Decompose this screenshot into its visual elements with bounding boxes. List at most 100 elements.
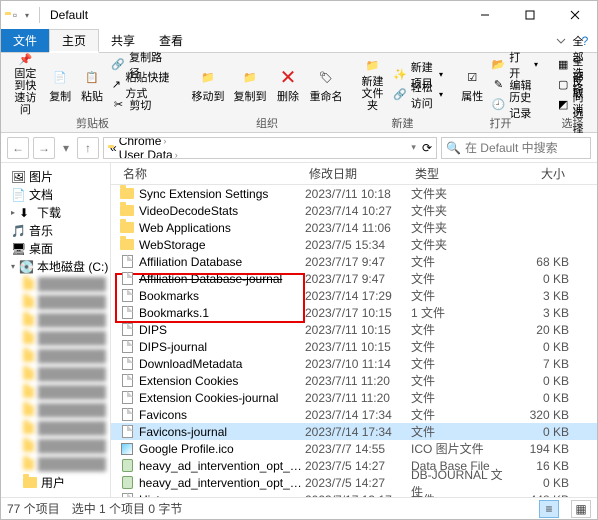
file-row[interactable]: DIPS-journal2023/7/11 10:15文件0 KB xyxy=(111,338,597,355)
paste-button[interactable]: 📋粘贴 xyxy=(79,57,106,113)
recent-dropdown[interactable]: ▾ xyxy=(59,141,73,155)
ribbon-collapse-button[interactable] xyxy=(549,29,573,52)
file-row[interactable]: heavy_ad_intervention_opt_out.db-jou...2… xyxy=(111,474,597,491)
dropdown-icon[interactable]: ▾ xyxy=(411,142,416,153)
file-row[interactable]: Extension Cookies-journal2023/7/11 11:20… xyxy=(111,389,597,406)
file-name: WebStorage xyxy=(135,238,305,252)
pin-quick-access-button[interactable]: 📌固定到快 速访问 xyxy=(9,57,42,113)
tree-item[interactable]: ████████ xyxy=(1,365,110,383)
pin-icon: 📌 xyxy=(13,53,37,66)
file-row[interactable]: History2023/7/17 13:17文件448 KB xyxy=(111,491,597,497)
tree-item[interactable]: ████████ xyxy=(1,437,110,455)
properties-icon: ☑ xyxy=(460,65,484,89)
file-row[interactable]: Favicons-journal2023/7/14 17:34文件0 KB xyxy=(111,423,597,440)
file-row[interactable]: DIPS2023/7/11 10:15文件20 KB xyxy=(111,321,597,338)
properties-button[interactable]: ☑属性 xyxy=(459,57,485,113)
history-button[interactable]: 🕘历史记录 xyxy=(488,96,543,114)
refresh-button[interactable]: ⟳ xyxy=(422,141,432,155)
file-row[interactable]: Web Applications2023/7/14 11:06文件夹 xyxy=(111,219,597,236)
tree-item[interactable]: 🖥桌面 xyxy=(1,239,110,257)
tree-item[interactable]: 📄文档 xyxy=(1,185,110,203)
tree-item[interactable]: ████████ xyxy=(1,329,110,347)
file-row[interactable]: DownloadMetadata2023/7/10 11:14文件7 KB xyxy=(111,355,597,372)
ribbon: 📌固定到快 速访问 📄复制 📋粘贴 🔗复制路径 ↗粘贴快捷方式 ✂剪切 剪贴板 … xyxy=(1,53,597,133)
thumbnails-view-button[interactable]: ▦ xyxy=(571,500,591,518)
tree-icon: 🎵 xyxy=(11,224,25,236)
minimize-button[interactable] xyxy=(462,1,507,29)
qat-button[interactable]: ▫ xyxy=(7,8,23,22)
file-type: 文件 xyxy=(411,389,507,406)
col-type[interactable]: 类型 xyxy=(411,165,507,182)
breadcrumb-item[interactable]: Chrome› xyxy=(119,137,178,148)
open-button[interactable]: 📂打开▾ xyxy=(488,56,543,74)
file-type: 1 文件 xyxy=(411,304,507,321)
file-list[interactable]: Sync Extension Settings2023/7/11 10:18文件… xyxy=(111,185,597,497)
tree-item[interactable]: 🎵音乐 xyxy=(1,221,110,239)
open-icon: 📂 xyxy=(492,58,506,72)
file-row[interactable]: Affiliation Database2023/7/17 9:47文件68 K… xyxy=(111,253,597,270)
forward-button[interactable]: → xyxy=(33,137,55,159)
new-folder-button[interactable]: 📁新建 文件夹 xyxy=(358,57,387,113)
file-type: 文件 xyxy=(411,355,507,372)
tree-item[interactable]: ████████ xyxy=(1,293,110,311)
file-row[interactable]: VideoDecodeStats2023/7/14 10:27文件夹 xyxy=(111,202,597,219)
invert-selection-button[interactable]: ◩反向选择 xyxy=(554,96,591,114)
column-headers[interactable]: 名称 修改日期 类型 大小 xyxy=(111,163,597,185)
tree-item[interactable]: 用户 xyxy=(1,473,110,491)
details-view-button[interactable]: ≡ xyxy=(539,500,559,518)
close-button[interactable] xyxy=(552,1,597,29)
delete-button[interactable]: ✕删除 xyxy=(272,57,304,113)
file-row[interactable]: Sync Extension Settings2023/7/11 10:18文件… xyxy=(111,185,597,202)
tree-item[interactable]: ████████ xyxy=(1,401,110,419)
col-date[interactable]: 修改日期 xyxy=(305,165,411,182)
file-row[interactable]: Affiliation Database-journal2023/7/17 9:… xyxy=(111,270,597,287)
file-row[interactable]: Google Profile.ico2023/7/7 14:55ICO 图片文件… xyxy=(111,440,597,457)
back-button[interactable]: ← xyxy=(7,137,29,159)
qat-dropdown[interactable]: ▾ xyxy=(25,11,35,20)
file-date: 2023/7/11 11:20 xyxy=(305,374,411,388)
path-icon: 🔗 xyxy=(111,58,125,72)
file-date: 2023/7/14 17:34 xyxy=(305,408,411,422)
tree-item[interactable]: ████████ xyxy=(1,311,110,329)
move-to-button[interactable]: 📁移动到 xyxy=(188,57,228,113)
file-date: 2023/7/5 15:34 xyxy=(305,238,411,252)
tree-item[interactable]: 🖼图片 xyxy=(1,167,110,185)
file-row[interactable]: Extension Cookies2023/7/11 11:20文件0 KB xyxy=(111,372,597,389)
file-row[interactable]: Favicons2023/7/14 17:34文件320 KB xyxy=(111,406,597,423)
file-row[interactable]: heavy_ad_intervention_opt_out.db2023/7/5… xyxy=(111,457,597,474)
file-date: 2023/7/11 10:18 xyxy=(305,187,411,201)
tree-item[interactable]: 💽本地磁盘 (C:) xyxy=(1,257,110,275)
easy-access-button[interactable]: 🔗轻松访问▾ xyxy=(389,86,447,104)
tree-item[interactable]: ████████ xyxy=(1,383,110,401)
file-name: Extension Cookies xyxy=(135,374,305,388)
navigation-tree[interactable]: 🖼图片📄文档⬇下载🎵音乐🖥桌面💽本地磁盘 (C:)███████████████… xyxy=(1,163,111,497)
col-name[interactable]: 名称 xyxy=(119,165,305,182)
easy-access-icon: 🔗 xyxy=(393,88,407,102)
paste-shortcut-button[interactable]: ↗粘贴快捷方式 xyxy=(107,76,176,94)
search-input[interactable]: 🔍 在 Default 中搜索 xyxy=(441,137,591,159)
copy-to-button[interactable]: 📁复制到 xyxy=(230,57,270,113)
up-button[interactable]: ↑ xyxy=(77,137,99,159)
rename-button[interactable]: 🏷重命名 xyxy=(306,57,346,113)
breadcrumb[interactable]: « Google›Chrome›User Data›Default› ▾ ⟳ xyxy=(103,137,437,159)
tree-item[interactable]: ████████ xyxy=(1,275,110,293)
tree-item[interactable]: ████████ xyxy=(1,347,110,365)
file-row[interactable]: Bookmarks.12023/7/17 10:151 文件3 KB xyxy=(111,304,597,321)
file-row[interactable]: Bookmarks2023/7/14 17:29文件3 KB xyxy=(111,287,597,304)
tree-item[interactable]: ⬇下载 xyxy=(1,203,110,221)
file-row[interactable]: WebStorage2023/7/5 15:34文件夹 xyxy=(111,236,597,253)
file-name: heavy_ad_intervention_opt_out.db-jou... xyxy=(135,476,305,490)
tab-file[interactable]: 文件 xyxy=(1,29,49,52)
breadcrumb-item[interactable]: User Data› xyxy=(119,148,178,159)
delete-icon: ✕ xyxy=(276,65,300,89)
cut-button[interactable]: ✂剪切 xyxy=(107,96,176,114)
file-date: 2023/7/17 13:17 xyxy=(305,493,411,498)
maximize-button[interactable] xyxy=(507,1,552,29)
tree-item[interactable]: ████████ xyxy=(1,455,110,473)
copy-button[interactable]: 📄复制 xyxy=(44,57,77,113)
file-name: heavy_ad_intervention_opt_out.db xyxy=(135,459,305,473)
col-size[interactable]: 大小 xyxy=(507,165,569,182)
tree-item[interactable]: ████████ xyxy=(1,419,110,437)
tab-home[interactable]: 主页 xyxy=(49,29,99,53)
file-size: 0 KB xyxy=(507,374,569,388)
